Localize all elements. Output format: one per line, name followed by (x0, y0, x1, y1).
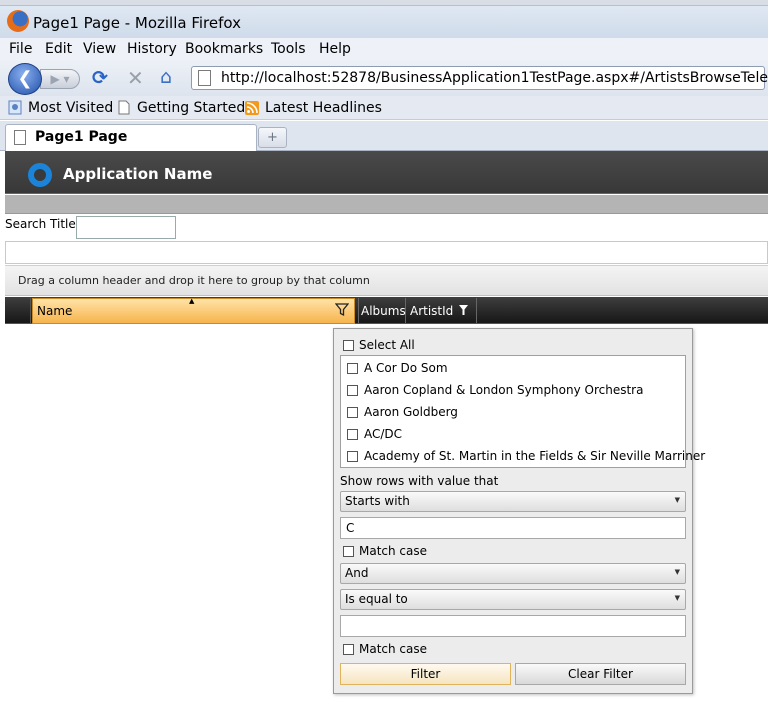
value-checkbox[interactable] (347, 451, 358, 462)
value1-text: C (346, 521, 355, 535)
operator1-value: Starts with (345, 494, 410, 508)
page-icon (198, 70, 211, 86)
value-checkbox[interactable] (347, 407, 358, 418)
operator1-dropdown[interactable]: Starts with ▼ (340, 491, 686, 512)
select-all-checkbox[interactable] (343, 340, 354, 351)
filter-button[interactable]: Filter (340, 663, 511, 685)
firefox-logo-icon (7, 10, 29, 32)
value-checkbox[interactable] (347, 429, 358, 440)
bookmark-latest-headlines[interactable]: Latest Headlines (265, 100, 382, 116)
menu-help[interactable]: Help (319, 41, 351, 57)
value-label: Aaron Goldberg (364, 405, 458, 419)
stop-icon[interactable]: ✕ (127, 66, 147, 90)
menu-view[interactable]: View (83, 41, 116, 57)
group-hint: Drag a column header and drop it here to… (18, 274, 370, 287)
app-name: Application Name (63, 165, 213, 183)
artistid-filter-funnel-icon[interactable] (458, 304, 469, 316)
value-label: Aaron Copland & London Symphony Orchestr… (364, 383, 644, 397)
forward-button[interactable]: ▶ ▾ (40, 69, 80, 89)
value-label: Academy of St. Martin in the Fields & Si… (364, 449, 706, 463)
value2-input[interactable] (340, 615, 686, 637)
value-label: A Cor Do Som (364, 361, 448, 375)
match-case-1-label: Match case (359, 544, 428, 558)
column-artistid-label: ArtistId (410, 304, 454, 318)
select-all-label: Select All (359, 338, 415, 352)
address-url[interactable]: http://localhost:52878/BusinessApplicati… (221, 70, 768, 86)
column-name-label: Name (37, 304, 73, 318)
value-label: AC/DC (364, 427, 403, 441)
home-icon[interactable]: ⌂ (160, 66, 182, 88)
menu-bar: File Edit View History Bookmarks Tools H… (0, 38, 768, 60)
new-tab-button[interactable]: + (258, 127, 287, 148)
value1-input[interactable]: C (340, 517, 686, 539)
value-checkbox[interactable] (347, 385, 358, 396)
search-input[interactable] (76, 216, 176, 239)
show-rows-label: Show rows with value that (340, 474, 499, 488)
menu-history[interactable]: History (127, 41, 177, 57)
tab-page-icon (14, 130, 26, 145)
match-case-2-checkbox[interactable] (343, 644, 354, 655)
menu-tools[interactable]: Tools (271, 41, 306, 57)
menu-bookmarks[interactable]: Bookmarks (185, 41, 263, 57)
bookmark-getting-started[interactable]: Getting Started (137, 100, 245, 116)
page-bookmark-icon (118, 100, 130, 115)
match-case-2-label: Match case (359, 642, 428, 656)
operator2-dropdown[interactable]: Is equal to ▼ (340, 589, 686, 610)
toolbar-area (5, 241, 768, 264)
chevron-down-icon: ▼ (674, 496, 680, 504)
app-logo-inner (34, 169, 46, 181)
value-checkbox[interactable] (347, 363, 358, 374)
logic-dropdown[interactable]: And ▼ (340, 563, 686, 584)
name-filter-funnel-icon[interactable] (335, 302, 349, 317)
column-albums-label: Albums (361, 304, 406, 318)
menu-file[interactable]: File (9, 41, 32, 57)
rss-feed-icon (245, 101, 259, 115)
back-button[interactable]: ❮ (8, 63, 42, 95)
window-title: Page1 Page - Mozilla Firefox (33, 14, 241, 32)
sort-ascending-icon: ▲ (189, 297, 195, 305)
bookmarks-toolbar: Most Visited Getting Started Latest Head… (0, 96, 768, 120)
app-subheader-band (5, 195, 768, 214)
menu-edit[interactable]: Edit (45, 41, 72, 57)
tab-label[interactable]: Page1 Page (35, 129, 127, 145)
logic-value: And (345, 566, 369, 580)
clear-filter-button[interactable]: Clear Filter (515, 663, 686, 685)
chevron-down-icon: ▼ (674, 568, 680, 576)
search-label: Search Title: (5, 217, 80, 231)
operator2-value: Is equal to (345, 592, 408, 606)
match-case-1-checkbox[interactable] (343, 546, 354, 557)
grid-indent-cell (6, 298, 31, 323)
bookmark-most-visited[interactable]: Most Visited (28, 100, 113, 116)
reload-icon[interactable]: ⟳ (92, 67, 112, 89)
most-visited-icon (8, 100, 22, 115)
chevron-down-icon: ▼ (674, 594, 680, 602)
